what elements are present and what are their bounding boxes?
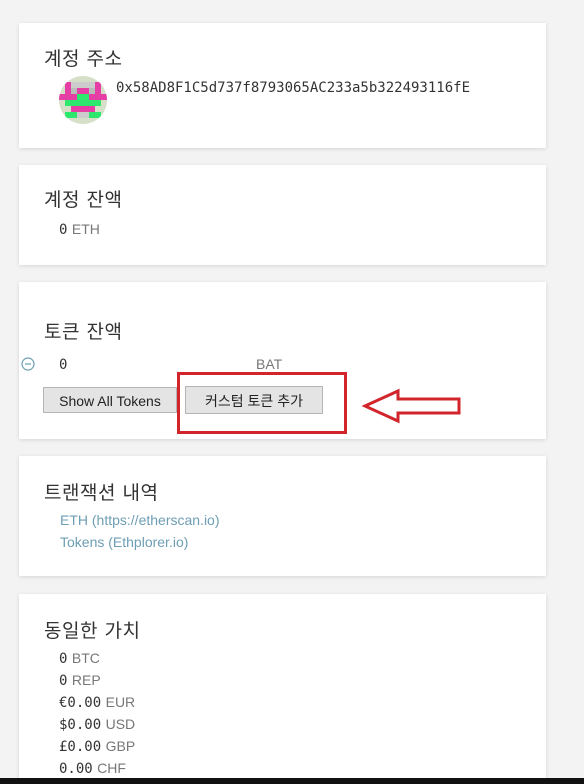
account-address-title: 계정 주소 [44,48,123,70]
equivalent-values-title: 동일한 가치 [44,620,141,642]
value-row-rep: 0 REP [59,672,101,690]
value-unit: EUR [105,694,136,710]
equivalent-values-card: 동일한 가치 0 BTC 0 REP €0.00 EUR $0.00 USD £… [19,594,546,784]
account-balance-row: 0 ETH [59,221,100,239]
bottom-edge-bar [0,778,584,784]
value-unit: REP [71,672,101,688]
value-amount: 0 [59,673,68,689]
token-balance-title: 토큰 잔액 [44,321,123,343]
ethplorer-link[interactable]: Tokens (Ethplorer.io) [60,534,188,550]
transaction-history-card: 트랜잭션 내역 ETH (https://etherscan.io) Token… [19,456,546,576]
annotation-arrow-icon [362,388,461,424]
transaction-history-title: 트랜잭션 내역 [44,482,159,504]
value-row-eur: €0.00 EUR [59,694,135,712]
token-amount: 0 [59,357,68,373]
annotation-highlight-box [177,372,347,434]
account-balance-unit: ETH [71,221,100,237]
value-unit: GBP [105,738,136,754]
identicon-avatar-icon [59,76,107,124]
account-balance-card: 계정 잔액 0 ETH [19,165,546,265]
value-amount: 0 [59,651,68,667]
account-balance-amount: 0 [59,222,68,238]
token-symbol: BAT [256,356,283,372]
etherscan-link[interactable]: ETH (https://etherscan.io) [60,512,220,528]
value-row-usd: $0.00 USD [59,716,135,734]
value-row-chf: 0.00 CHF [59,760,126,778]
value-row-gbp: £0.00 GBP [59,738,135,756]
value-amount: €0.00 [59,695,102,711]
show-all-tokens-button[interactable]: Show All Tokens [43,387,177,413]
value-unit: USD [105,716,136,732]
value-amount: 0.00 [59,761,93,777]
value-amount: $0.00 [59,717,102,733]
value-unit: BTC [71,650,100,666]
value-unit: CHF [97,760,126,776]
value-amount: £0.00 [59,739,102,755]
account-address-value: 0x58AD8F1C5d737f8793065AC233a5b322493116… [116,80,471,96]
remove-token-icon[interactable] [21,357,35,371]
value-row-btc: 0 BTC [59,650,100,668]
account-address-card: 계정 주소 0x58AD8F1C5d737f8793065AC233a5b322… [19,23,546,148]
account-balance-title: 계정 잔액 [44,189,123,211]
